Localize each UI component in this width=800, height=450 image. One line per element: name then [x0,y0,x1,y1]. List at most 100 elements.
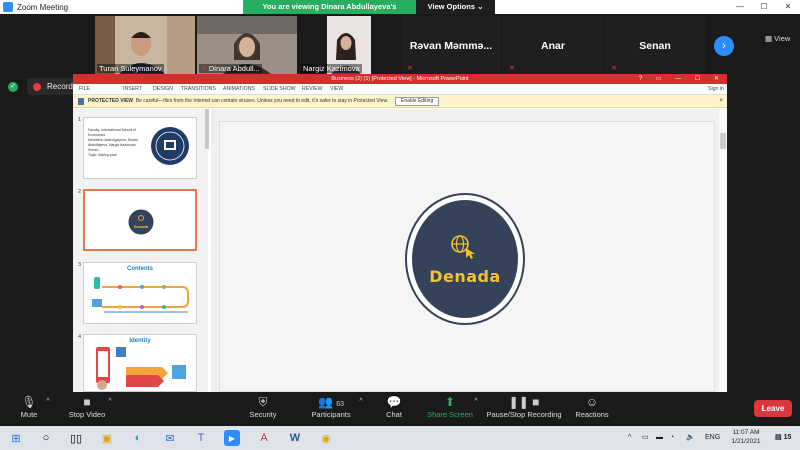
share-screen-button[interactable]: ⬆ Share Screen [424,394,476,419]
microphone-icon: 🎙 [21,395,37,409]
participant-name: Anar [541,40,565,52]
minimize-button[interactable]: — [728,0,752,14]
notification-count: 15 [783,434,792,441]
reactions-button[interactable]: ☺ Reactions [572,394,612,419]
participant-name: ✕ Dinara Abdull... [199,64,262,73]
security-shield-icon[interactable]: ✓ [8,82,18,92]
chrome-icon[interactable]: ◉ [318,430,334,446]
mute-button[interactable]: 🎙 Mute [14,394,44,419]
participant-tile[interactable]: Anar ✕ [503,16,603,74]
close-button[interactable]: ✕ [776,0,800,14]
participant-name-text: Dinara Abdull... [208,64,260,73]
ribbon-tab-transitions[interactable]: TRANSITIONS [181,84,216,95]
word-icon[interactable]: W [287,430,303,446]
zoom-app-icon[interactable]: ▶ [224,430,240,446]
protected-view-message: PROTECTED VIEW Be careful—files from the… [88,95,388,108]
pause-recording-button[interactable]: ❚❚ ■ Pause/Stop Recording [484,394,564,419]
video-options-button[interactable]: ^ [104,394,116,410]
tray-app-icon[interactable]: ▭ [642,426,649,450]
participant-tile[interactable]: Turan Suleymanov [95,16,195,74]
participant-tile[interactable]: Senan ✕ [605,16,705,74]
view-options-button[interactable]: View Options ⌄ [416,0,495,14]
participant-name: Nargiz Kazimova [301,64,362,73]
share-screen-icon: ⬆ [444,395,456,409]
teams-icon[interactable]: T [193,430,209,446]
protected-view-text: Be careful—files from the Internet can c… [135,98,389,104]
slide-number: 1 [78,117,82,123]
edge-icon[interactable]: ◐ [130,430,146,446]
thumbnail-scrollbar[interactable] [205,109,209,149]
muted-mic-icon: ✕ [407,65,413,72]
slide-thumbnail[interactable]: Faculty: International School of Economi… [83,117,197,179]
share-banner: You are viewing Dinara Abdullayeva's scr… [243,0,495,25]
slide-scrollbar[interactable] [719,109,727,392]
slide-thumbnail-selected[interactable]: Denada [83,189,197,251]
slide-thumbnail[interactable]: Identity [83,334,197,392]
chat-label: Chat [386,410,402,419]
participants-label: Participants [311,410,351,419]
participant-tile[interactable]: ✕ Dinara Abdull... [197,16,297,74]
sign-in-link[interactable]: Sign in [708,84,724,95]
volume-icon[interactable]: 🔈 [686,426,695,450]
participant-strip: Turan Suleymanov ✕ Dinara Abdull... Narg… [0,14,800,74]
close-bar-button[interactable]: × [719,95,723,108]
chat-icon: 💬 [386,395,402,409]
security-button[interactable]: ⛨ Security [244,394,282,419]
participants-icon: 👥 63 [317,395,345,409]
thumb-line: Members: Adal Agayeva, Dinara Abdullayev… [88,138,138,152]
window-title: Zoom Meeting [17,2,69,12]
identity-illustration [96,347,186,390]
participants-options-button[interactable]: ^ [355,394,367,410]
leave-button[interactable]: Leave [754,400,792,417]
shield-icon [78,98,84,105]
slide-thumbnail[interactable]: Contents [83,262,197,324]
tray-overflow-icon[interactable]: ^ [628,426,631,450]
task-view-icon[interactable]: ▯▯ [68,430,84,446]
recording-dot-icon [33,82,41,91]
windows-start-icon[interactable]: ⊞ [8,430,24,446]
slide-canvas: Denada [211,109,727,392]
emoji-plus-icon: ☺ [585,395,599,409]
mail-icon[interactable]: ✉ [162,430,178,446]
system-clock[interactable]: 11:07 AM 1/21/2021 [728,428,764,446]
ribbon-tab-view[interactable]: VIEW [330,84,343,95]
notifications-icon[interactable]: ▤ 15 [775,426,791,450]
acrobat-icon[interactable]: A [256,430,272,446]
chevron-up-icon: ^ [359,398,363,405]
chevron-up-icon: ^ [46,398,50,405]
thumb-line: Topic: Startup plan [88,153,117,157]
enable-editing-button[interactable]: Enable Editing [395,97,440,106]
view-button[interactable]: ▦ View [765,34,790,43]
thumb-title: Contents [127,266,153,272]
ribbon-tab-insert[interactable]: INSERT [123,84,142,95]
participant-name: Senan [639,40,671,52]
scroll-thumb[interactable] [720,133,726,149]
ribbon-tab-review[interactable]: REVIEW [302,84,322,95]
university-seal-icon [151,127,189,165]
network-icon[interactable]: ◔ [670,426,674,450]
participants-button[interactable]: 👥 63 Participants [304,394,358,419]
share-options-button[interactable]: ^ [470,394,482,410]
reactions-label: Reactions [575,410,609,419]
zoom-logo-icon [3,2,13,12]
ppt-title-bar: Business (2) (1) [Protected View] - Micr… [73,74,727,84]
battery-icon[interactable]: ▬ [656,426,663,450]
thumb-brand: Denada [133,224,149,229]
ribbon-tab-design[interactable]: DESIGN [153,84,173,95]
search-icon[interactable]: ○ [38,430,54,446]
ribbon-tab-slide-show[interactable]: SLIDE SHOW [263,84,296,95]
participant-tile[interactable]: Rəvan Məmmə... ✕ [401,16,501,74]
chat-button[interactable]: 💬 Chat [380,394,408,419]
stop-video-label: Stop Video [68,410,106,419]
chevron-right-icon[interactable]: › [714,36,734,56]
maximize-button[interactable]: ☐ [752,0,776,14]
zoom-window: Zoom Meeting — ☐ ✕ You are viewing Dinar… [0,0,800,450]
ppt-ribbon: FILE INSERT DESIGN TRANSITIONS ANIMATION… [73,84,727,95]
ribbon-tab-animations[interactable]: ANIMATIONS [223,84,255,95]
viewing-label: You are viewing Dinara Abdullayeva's scr… [243,0,416,25]
ribbon-tab-file[interactable]: FILE [79,84,90,95]
participant-tile[interactable]: Nargiz Kazimova [299,16,399,74]
audio-options-button[interactable]: ^ [42,394,54,410]
language-indicator[interactable]: ENG [705,426,720,450]
store-icon[interactable]: ▣ [99,430,115,446]
